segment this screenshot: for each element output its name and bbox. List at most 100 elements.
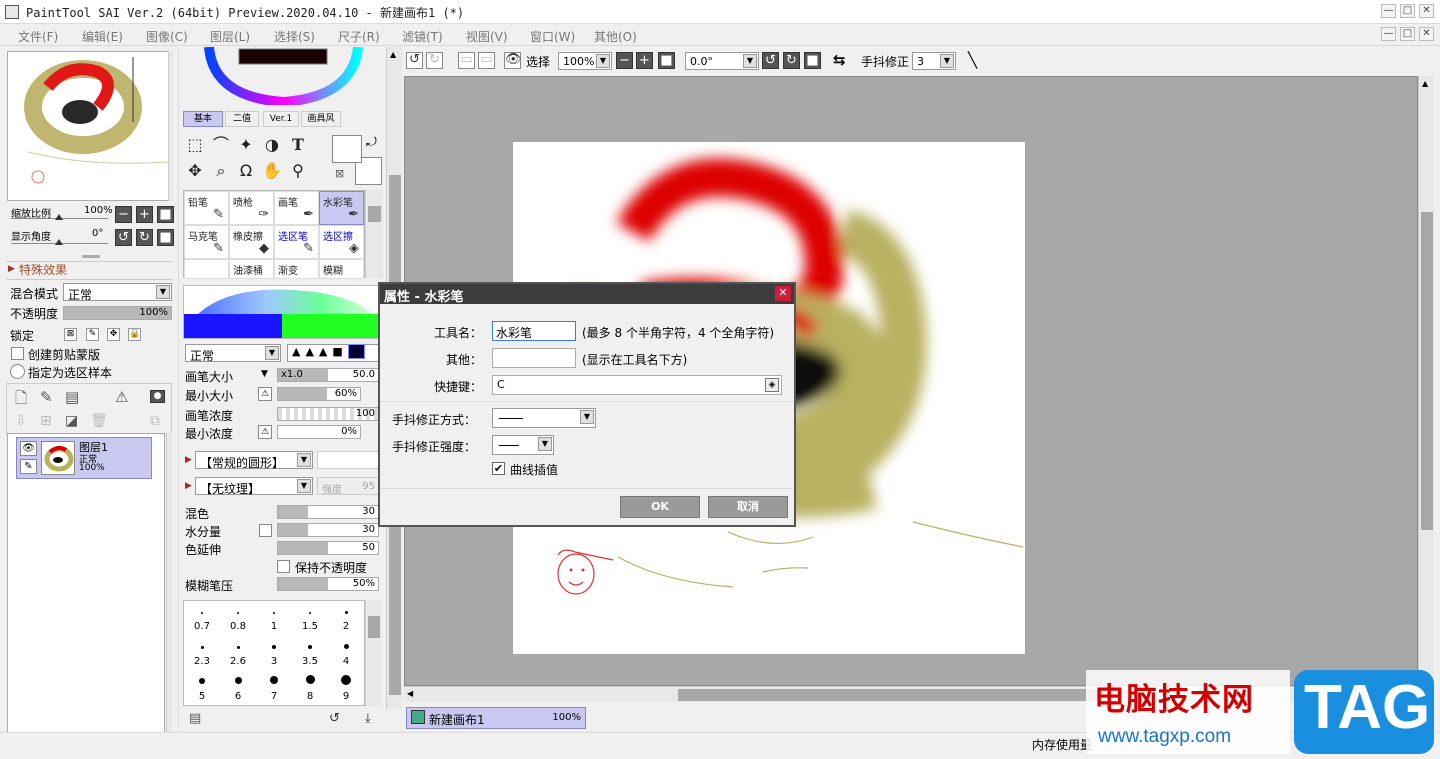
navigator-scrollbar[interactable] (168, 51, 173, 201)
lasso-icon[interactable]: ⌒ (209, 134, 233, 158)
keep-opacity-checkbox[interactable] (277, 560, 290, 573)
brush-watercolor[interactable]: 水彩笔 ✒ (319, 191, 364, 225)
brush-eraser[interactable]: 橡皮擦 ◆ (229, 225, 274, 259)
rotate-reset-button[interactable]: ■ (804, 52, 821, 69)
rect-select-icon[interactable]: ⬚ (183, 134, 207, 158)
brush-shape-select[interactable]: 【常规的圆形】 ▼ (195, 451, 313, 470)
brush-select-eraser[interactable]: 选区擦 ◈ (319, 225, 364, 259)
invert-select-button[interactable]: ▭ (478, 52, 495, 69)
brush-size-preset[interactable]: 6 (220, 671, 256, 705)
new-vector-layer-icon[interactable]: ✎ (40, 388, 53, 406)
hand-icon[interactable]: ✋ (260, 160, 284, 184)
pressure-icon[interactable]: ⚠ (258, 425, 272, 439)
maximize-button[interactable]: □ (1400, 4, 1415, 18)
texture-strength-slider[interactable]: 强度 95 (317, 477, 379, 496)
eye-icon[interactable]: 👁 (504, 52, 522, 69)
brush-size-preset[interactable]: 1.5 (292, 601, 328, 635)
brush-size-preset[interactable]: 0.8 (220, 601, 256, 635)
new-folder-icon[interactable]: ▤ (65, 388, 79, 406)
clip-checkbox[interactable] (11, 347, 24, 360)
merge-down-icon[interactable]: ⊞ (40, 413, 52, 429)
brush-pencil[interactable]: 铅笔 ✎ (184, 191, 229, 225)
tab-binary[interactable]: 二值 (225, 111, 259, 127)
zoom-select[interactable]: 100% ▼ (558, 52, 612, 70)
brush-airbrush[interactable]: 喷枪 ✑ (229, 191, 274, 225)
transparent-color-icon[interactable]: ⊠ (335, 167, 344, 180)
menu-filter[interactable]: 滤镜(T) (402, 28, 443, 45)
shape-icon[interactable]: ◑ (260, 134, 284, 158)
magic-wand-icon[interactable]: ✦ (234, 134, 258, 158)
zoom-out-button[interactable]: − (616, 52, 633, 69)
lock-move-icon[interactable]: ✥ (107, 328, 120, 341)
rotate-right-button[interactable]: ↻ (783, 52, 800, 69)
lock-all-icon[interactable]: 🔒 (128, 328, 141, 341)
text-tool-icon[interactable]: T (286, 134, 310, 158)
doc-restore-button[interactable]: □ (1400, 27, 1415, 41)
delete-layer-icon[interactable]: 🗑 (90, 413, 108, 429)
zoom-tool-icon[interactable]: ⌕ (209, 160, 233, 184)
other-input[interactable] (492, 348, 576, 368)
tool-name-input[interactable]: 水彩笔 (492, 321, 576, 341)
flip-horizontal-icon[interactable]: ⇆ (833, 51, 846, 69)
rotate-left-button[interactable]: ↺ (115, 229, 132, 246)
color-mixer[interactable] (183, 285, 379, 339)
layer-adjust-icon[interactable]: ⚠ (115, 388, 128, 406)
water-checkbox[interactable] (259, 524, 272, 537)
color-wheel[interactable] (201, 47, 366, 105)
layer-row[interactable]: 👁 ✎ 图层1 正常 100% (16, 437, 152, 479)
menu-view[interactable]: 视图(V) (466, 28, 508, 45)
menu-other[interactable]: 其他(O) (594, 28, 637, 45)
new-layer-icon[interactable]: 🗋 (15, 388, 27, 413)
blur-pressure-slider[interactable]: 50% (277, 577, 379, 591)
brush-size-preset[interactable]: 8 (292, 671, 328, 705)
curve-checkbox[interactable]: ✔ (492, 462, 505, 475)
menu-ruler[interactable]: 尺子(R) (338, 28, 380, 45)
brush-marker[interactable]: 马克笔 ✎ (184, 225, 229, 259)
expand-arrow-icon[interactable]: ▶ (8, 264, 15, 274)
brush-edge-selector[interactable]: ▲▲▲■■ (287, 344, 379, 362)
menu-layer[interactable]: 图层(L) (210, 28, 250, 45)
blend-slider[interactable]: 30 (277, 505, 379, 519)
persist-slider[interactable]: 50 (277, 541, 379, 555)
brush-size-preset[interactable]: 0.7 (184, 601, 220, 635)
stab-strength-select[interactable]: ▼ (492, 435, 554, 455)
redo-button[interactable]: ↻ (426, 52, 443, 69)
scroll-thumb[interactable] (368, 206, 381, 222)
tab-art[interactable]: 画具风 (301, 111, 341, 127)
zoom-reset-button[interactable]: ■ (157, 206, 174, 223)
lock-paint-icon[interactable]: ✎ (86, 328, 99, 341)
canvas-vscrollbar[interactable]: ▲ ▼ (1418, 76, 1434, 686)
undo-button[interactable]: ↺ (406, 52, 423, 69)
navigator-preview[interactable] (7, 51, 173, 201)
expand-arrow-icon[interactable]: ▶ (185, 481, 192, 491)
tab-ver1[interactable]: Ver.1 (263, 111, 299, 127)
min-density-slider[interactable]: 0% (277, 425, 361, 439)
zoom-out-button[interactable]: − (115, 206, 132, 223)
foreground-color-swatch[interactable] (332, 135, 362, 163)
blend-mode-select[interactable]: 正常 ▼ (63, 283, 172, 302)
brush-size-preset[interactable]: 3.5 (292, 636, 328, 670)
brush-size-preset[interactable]: 1 (256, 601, 292, 635)
reset-icon[interactable]: ↺ (329, 711, 340, 726)
brush-size-preset[interactable]: 9 (328, 671, 364, 705)
layer-options-icon[interactable]: ⧉ (150, 413, 160, 429)
zoom-slider-handle[interactable] (55, 214, 63, 220)
menu-edit[interactable]: 编辑(E) (82, 28, 123, 45)
ok-button[interactable]: OK (620, 496, 700, 518)
layer-list-scrollbar[interactable] (166, 433, 172, 753)
brush-mode-select[interactable]: 正常 ▼ (185, 344, 281, 363)
deselect-button[interactable]: ▭ (458, 52, 475, 69)
brush-select-pen[interactable]: 选区笔 ✎ (274, 225, 319, 259)
layer-mask-icon[interactable]: ● (150, 390, 165, 403)
brush-size-preset[interactable]: 4 (328, 636, 364, 670)
clear-shortcut-icon[interactable]: ◈ (765, 378, 779, 392)
brush-size-preset[interactable]: 2.6 (220, 636, 256, 670)
rotate-reset-button[interactable]: ■ (157, 229, 174, 246)
zoom-in-button[interactable]: + (636, 52, 653, 69)
brush-icon[interactable]: ✎ (20, 459, 37, 474)
transfer-down-icon[interactable]: ⇩ (15, 413, 27, 429)
water-slider[interactable]: 30 (277, 523, 379, 537)
close-button[interactable]: ✕ (1419, 4, 1434, 18)
scroll-thumb[interactable] (1421, 212, 1433, 530)
effects-header[interactable]: 特殊效果 (19, 261, 67, 278)
